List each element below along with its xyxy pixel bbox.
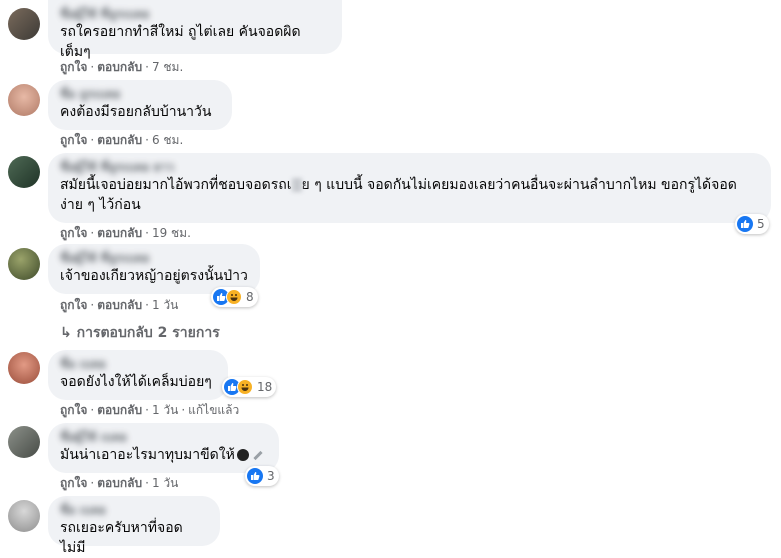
- like-button[interactable]: ถูกใจ: [60, 403, 87, 417]
- timestamp[interactable]: 1 วัน: [152, 403, 178, 417]
- commenter-name[interactable]: ชื่อผู้ใช้ เบลอ: [60, 429, 267, 445]
- comment-actions: ถูกใจ · ตอบกลับ · 6 ชม.: [60, 133, 184, 147]
- censored-mark: [291, 178, 302, 192]
- reply-arrow-icon: ↳: [60, 325, 72, 341]
- haha-reaction-icon: [226, 289, 242, 305]
- knife-emoji-icon: [253, 450, 263, 460]
- bomb-emoji-icon: [236, 449, 249, 461]
- timestamp[interactable]: 6 ชม.: [152, 133, 183, 147]
- comment-actions: ถูกใจ · ตอบกลับ · 1 วัน: [60, 476, 179, 490]
- comment-text: มันน่าเอาอะไรมาทุบมาขีดให้: [60, 445, 267, 465]
- timestamp[interactable]: 1 วัน: [152, 298, 178, 312]
- comment-bubble: ชื่อ เบลอ รถเยอะครับหาที่จอดไม่มี: [48, 496, 220, 556]
- comment-text: จอดยังไงให้ได้เคล็มบ่อยๆ: [60, 374, 212, 390]
- avatar[interactable]: [8, 248, 40, 280]
- avatar[interactable]: [8, 156, 40, 188]
- comment-actions: ถูกใจ · ตอบกลับ · 1 วัน · แก้ไขแล้ว: [60, 403, 240, 417]
- comment-text: เจ้าของเกียวหญ้าอยู่ตรงนั้นป่าว: [60, 268, 248, 284]
- timestamp[interactable]: 1 วัน: [152, 476, 178, 490]
- like-reaction-icon: [247, 468, 263, 484]
- like-button[interactable]: ถูกใจ: [60, 226, 87, 240]
- commenter-name[interactable]: ชื่อผู้ใช้ ที่ถูกเบลอ: [60, 6, 330, 22]
- haha-reaction-icon: [237, 379, 253, 395]
- like-button[interactable]: ถูกใจ: [60, 133, 87, 147]
- reply-button[interactable]: ตอบกลับ: [97, 226, 142, 240]
- comment-bubble: ชื่อ ถูกเบลอ คงต้องมีรอยกลับบ้านาวัน: [48, 80, 232, 130]
- reaction-count: 8: [246, 290, 254, 304]
- comment-actions: ถูกใจ · ตอบกลับ · 7 ชม.: [60, 60, 184, 74]
- comment-text: สมัยนี้เจอบ่อยมากไอ้พวกที่ชอบจอดรถเย ๆ แ…: [60, 177, 737, 213]
- like-reaction-icon: [737, 216, 753, 232]
- reply-button[interactable]: ตอบกลับ: [97, 476, 142, 490]
- reply-button[interactable]: ตอบกลับ: [97, 60, 142, 74]
- reaction-summary[interactable]: 8: [211, 287, 258, 307]
- reaction-summary[interactable]: 18: [222, 377, 277, 397]
- comment-bubble: ชื่อ เบลอ จอดยังไงให้ได้เคล็มบ่อยๆ: [48, 350, 228, 400]
- reaction-count: 18: [257, 380, 273, 394]
- reaction-summary[interactable]: 5: [735, 214, 769, 234]
- commenter-name[interactable]: ชื่อ เบลอ: [60, 502, 208, 518]
- reaction-summary[interactable]: 3: [245, 466, 279, 486]
- comment-bubble: ชื่อผู้ใช้ ที่ถูกเบลอ ยาว สมัยนี้เจอบ่อย…: [48, 153, 771, 223]
- replies-count-label: การตอบกลับ 2 รายการ: [76, 325, 220, 341]
- edited-label[interactable]: แก้ไขแล้ว: [188, 403, 239, 417]
- reaction-count: 3: [267, 469, 275, 483]
- comment-text: รถใครอยากทำสีใหม่ ถูไต่เลย คันจอดผิดเต็ม…: [60, 24, 301, 60]
- reply-button[interactable]: ตอบกลับ: [97, 403, 142, 417]
- avatar[interactable]: [8, 500, 40, 532]
- commenter-name[interactable]: ชื่อ เบลอ: [60, 356, 216, 372]
- reply-button[interactable]: ตอบกลับ: [97, 298, 142, 312]
- comment-bubble: ชื่อผู้ใช้ ที่ถูกเบลอ รถใครอยากทำสีใหม่ …: [48, 0, 342, 60]
- avatar[interactable]: [8, 84, 40, 116]
- timestamp[interactable]: 7 ชม.: [152, 60, 183, 74]
- timestamp[interactable]: 19 ชม.: [152, 226, 191, 240]
- commenter-name[interactable]: ชื่อผู้ใช้ ที่ถูกเบลอ ยาว: [60, 159, 759, 175]
- reaction-count: 5: [757, 217, 765, 231]
- reply-button[interactable]: ตอบกลับ: [97, 133, 142, 147]
- comment-bubble: ชื่อผู้ใช้ เบลอ มันน่าเอาอะไรมาทุบมาขีดใ…: [48, 423, 279, 473]
- avatar[interactable]: [8, 426, 40, 458]
- comment-actions: ถูกใจ · ตอบกลับ · 1 วัน: [60, 298, 179, 312]
- like-button[interactable]: ถูกใจ: [60, 60, 87, 74]
- commenter-name[interactable]: ชื่อผู้ใช้ ที่ถูกเบลอ: [60, 250, 248, 266]
- comment-text: รถเยอะครับหาที่จอดไม่มี: [60, 520, 183, 556]
- comment-actions: ถูกใจ · ตอบกลับ · 19 ชม.: [60, 226, 191, 240]
- commenter-name[interactable]: ชื่อ ถูกเบลอ: [60, 86, 220, 102]
- view-replies-link[interactable]: ↳ การตอบกลับ 2 รายการ: [60, 322, 220, 344]
- comment-text: คงต้องมีรอยกลับบ้านาวัน: [60, 104, 212, 120]
- like-button[interactable]: ถูกใจ: [60, 298, 87, 312]
- avatar[interactable]: [8, 8, 40, 40]
- avatar[interactable]: [8, 352, 40, 384]
- like-button[interactable]: ถูกใจ: [60, 476, 87, 490]
